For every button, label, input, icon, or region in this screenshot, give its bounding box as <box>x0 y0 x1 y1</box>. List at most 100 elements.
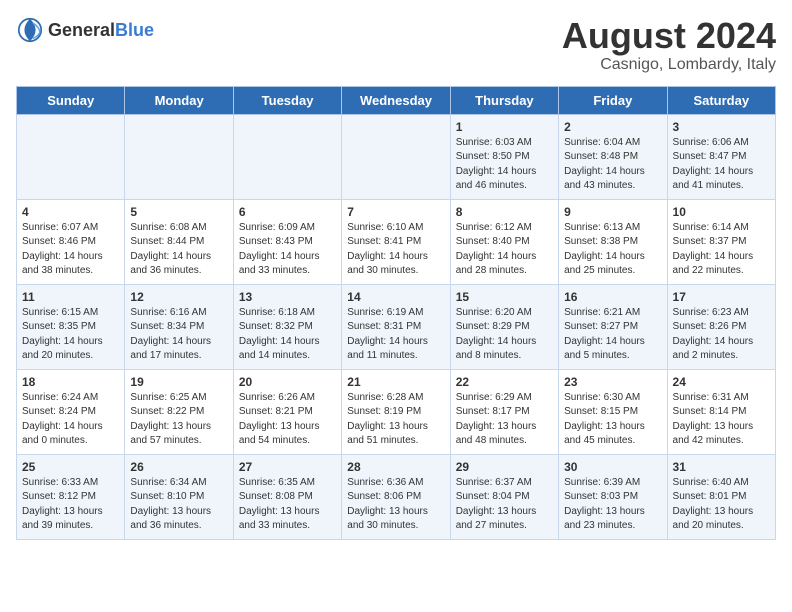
calendar-cell: 11 Sunrise: 6:15 AM Sunset: 8:35 PM Dayli… <box>17 284 125 369</box>
cell-content: Sunrise: 6:09 AM Sunset: 8:43 PM Dayligh… <box>239 221 336 279</box>
calendar-table: SundayMondayTuesdayWednesdayThursdayFrid… <box>16 86 776 540</box>
cell-content: Sunrise: 6:13 AM Sunset: 8:38 PM Dayligh… <box>564 221 661 279</box>
day-number: 31 <box>673 460 770 474</box>
cell-content: Sunrise: 6:23 AM Sunset: 8:26 PM Dayligh… <box>673 306 770 364</box>
calendar-cell: 31 Sunrise: 6:40 AM Sunset: 8:01 PM Dayli… <box>667 454 775 539</box>
cell-content: Sunrise: 6:39 AM Sunset: 8:03 PM Dayligh… <box>564 476 661 534</box>
cell-content: Sunrise: 6:14 AM Sunset: 8:37 PM Dayligh… <box>673 221 770 279</box>
day-number: 20 <box>239 375 336 389</box>
cell-content: Sunrise: 6:04 AM Sunset: 8:48 PM Dayligh… <box>564 136 661 194</box>
day-number: 3 <box>673 120 770 134</box>
weekday-header-sunday: Sunday <box>17 86 125 114</box>
logo-icon <box>16 16 44 44</box>
calendar-cell: 27Sunrise: 6:35 AM Sunset: 8:08 PM Dayli… <box>233 454 341 539</box>
calendar-cell: 15 Sunrise: 6:20 AM Sunset: 8:29 PM Dayli… <box>450 284 558 369</box>
calendar-cell: 28Sunrise: 6:36 AM Sunset: 8:06 PM Dayli… <box>342 454 450 539</box>
calendar-cell: 3 Sunrise: 6:06 AM Sunset: 8:47 PM Daylig… <box>667 114 775 199</box>
cell-content: Sunrise: 6:07 AM Sunset: 8:46 PM Dayligh… <box>22 221 119 279</box>
calendar-cell: 22 Sunrise: 6:29 AM Sunset: 8:17 PM Dayli… <box>450 369 558 454</box>
cell-content: Sunrise: 6:31 AM Sunset: 8:14 PM Dayligh… <box>673 391 770 449</box>
cell-content: Sunrise: 6:03 AM Sunset: 8:50 PM Dayligh… <box>456 136 553 194</box>
day-number: 7 <box>347 205 444 219</box>
weekday-header-wednesday: Wednesday <box>342 86 450 114</box>
calendar-cell <box>233 114 341 199</box>
calendar-cell: 26 Sunrise: 6:34 AM Sunset: 8:10 PM Dayli… <box>125 454 233 539</box>
cell-content: Sunrise: 6:37 AM Sunset: 8:04 PM Dayligh… <box>456 476 553 534</box>
day-number: 22 <box>456 375 553 389</box>
calendar-week-row: 11 Sunrise: 6:15 AM Sunset: 8:35 PM Dayli… <box>17 284 776 369</box>
calendar-cell: 9 Sunrise: 6:13 AM Sunset: 8:38 PM Daylig… <box>559 199 667 284</box>
page-header: GeneralBlue August 2024 Casnigo, Lombard… <box>16 16 776 74</box>
day-number: 23 <box>564 375 661 389</box>
calendar-cell: 20 Sunrise: 6:26 AM Sunset: 8:21 PM Dayli… <box>233 369 341 454</box>
calendar-cell: 17 Sunrise: 6:23 AM Sunset: 8:26 PM Dayli… <box>667 284 775 369</box>
weekday-header-row: SundayMondayTuesdayWednesdayThursdayFrid… <box>17 86 776 114</box>
cell-content: Sunrise: 6:06 AM Sunset: 8:47 PM Dayligh… <box>673 136 770 194</box>
calendar-week-row: 25Sunrise: 6:33 AM Sunset: 8:12 PM Dayli… <box>17 454 776 539</box>
cell-content: Sunrise: 6:25 AM Sunset: 8:22 PM Dayligh… <box>130 391 227 449</box>
cell-content: Sunrise: 6:33 AM Sunset: 8:12 PM Dayligh… <box>22 476 119 534</box>
cell-content: Sunrise: 6:16 AM Sunset: 8:34 PM Dayligh… <box>130 306 227 364</box>
calendar-week-row: 18 Sunrise: 6:24 AM Sunset: 8:24 PM Dayli… <box>17 369 776 454</box>
weekday-header-friday: Friday <box>559 86 667 114</box>
day-number: 9 <box>564 205 661 219</box>
calendar-cell: 25Sunrise: 6:33 AM Sunset: 8:12 PM Dayli… <box>17 454 125 539</box>
cell-content: Sunrise: 6:40 AM Sunset: 8:01 PM Dayligh… <box>673 476 770 534</box>
day-number: 24 <box>673 375 770 389</box>
day-number: 4 <box>22 205 119 219</box>
cell-content: Sunrise: 6:12 AM Sunset: 8:40 PM Dayligh… <box>456 221 553 279</box>
calendar-cell: 14Sunrise: 6:19 AM Sunset: 8:31 PM Dayli… <box>342 284 450 369</box>
main-title: August 2024 <box>562 16 776 56</box>
weekday-header-monday: Monday <box>125 86 233 114</box>
cell-content: Sunrise: 6:30 AM Sunset: 8:15 PM Dayligh… <box>564 391 661 449</box>
cell-content: Sunrise: 6:15 AM Sunset: 8:35 PM Dayligh… <box>22 306 119 364</box>
day-number: 10 <box>673 205 770 219</box>
cell-content: Sunrise: 6:08 AM Sunset: 8:44 PM Dayligh… <box>130 221 227 279</box>
day-number: 19 <box>130 375 227 389</box>
cell-content: Sunrise: 6:34 AM Sunset: 8:10 PM Dayligh… <box>130 476 227 534</box>
day-number: 13 <box>239 290 336 304</box>
calendar-cell: 1 Sunrise: 6:03 AM Sunset: 8:50 PM Daylig… <box>450 114 558 199</box>
cell-content: Sunrise: 6:28 AM Sunset: 8:19 PM Dayligh… <box>347 391 444 449</box>
subtitle: Casnigo, Lombardy, Italy <box>562 56 776 74</box>
day-number: 28 <box>347 460 444 474</box>
calendar-cell: 21Sunrise: 6:28 AM Sunset: 8:19 PM Dayli… <box>342 369 450 454</box>
calendar-week-row: 4 Sunrise: 6:07 AM Sunset: 8:46 PM Daylig… <box>17 199 776 284</box>
day-number: 17 <box>673 290 770 304</box>
calendar-cell <box>342 114 450 199</box>
calendar-cell: 29 Sunrise: 6:37 AM Sunset: 8:04 PM Dayli… <box>450 454 558 539</box>
day-number: 14 <box>347 290 444 304</box>
cell-content: Sunrise: 6:20 AM Sunset: 8:29 PM Dayligh… <box>456 306 553 364</box>
day-number: 11 <box>22 290 119 304</box>
calendar-cell: 13Sunrise: 6:18 AM Sunset: 8:32 PM Dayli… <box>233 284 341 369</box>
calendar-cell: 30 Sunrise: 6:39 AM Sunset: 8:03 PM Dayli… <box>559 454 667 539</box>
calendar-cell: 19 Sunrise: 6:25 AM Sunset: 8:22 PM Dayli… <box>125 369 233 454</box>
calendar-cell: 16Sunrise: 6:21 AM Sunset: 8:27 PM Dayli… <box>559 284 667 369</box>
calendar-cell: 7Sunrise: 6:10 AM Sunset: 8:41 PM Daylig… <box>342 199 450 284</box>
logo-text-general: General <box>48 20 115 40</box>
day-number: 12 <box>130 290 227 304</box>
logo-text-blue: Blue <box>115 20 154 40</box>
day-number: 26 <box>130 460 227 474</box>
day-number: 18 <box>22 375 119 389</box>
calendar-week-row: 1 Sunrise: 6:03 AM Sunset: 8:50 PM Daylig… <box>17 114 776 199</box>
cell-content: Sunrise: 6:26 AM Sunset: 8:21 PM Dayligh… <box>239 391 336 449</box>
day-number: 1 <box>456 120 553 134</box>
calendar-cell: 6 Sunrise: 6:09 AM Sunset: 8:43 PM Daylig… <box>233 199 341 284</box>
calendar-cell: 8 Sunrise: 6:12 AM Sunset: 8:40 PM Daylig… <box>450 199 558 284</box>
weekday-header-thursday: Thursday <box>450 86 558 114</box>
day-number: 30 <box>564 460 661 474</box>
calendar-cell: 5Sunrise: 6:08 AM Sunset: 8:44 PM Daylig… <box>125 199 233 284</box>
cell-content: Sunrise: 6:24 AM Sunset: 8:24 PM Dayligh… <box>22 391 119 449</box>
calendar-cell: 10 Sunrise: 6:14 AM Sunset: 8:37 PM Dayli… <box>667 199 775 284</box>
calendar-cell: 24 Sunrise: 6:31 AM Sunset: 8:14 PM Dayli… <box>667 369 775 454</box>
day-number: 8 <box>456 205 553 219</box>
day-number: 15 <box>456 290 553 304</box>
calendar-cell: 23 Sunrise: 6:30 AM Sunset: 8:15 PM Dayli… <box>559 369 667 454</box>
day-number: 2 <box>564 120 661 134</box>
day-number: 27 <box>239 460 336 474</box>
day-number: 29 <box>456 460 553 474</box>
calendar-cell: 18 Sunrise: 6:24 AM Sunset: 8:24 PM Dayli… <box>17 369 125 454</box>
day-number: 6 <box>239 205 336 219</box>
cell-content: Sunrise: 6:29 AM Sunset: 8:17 PM Dayligh… <box>456 391 553 449</box>
